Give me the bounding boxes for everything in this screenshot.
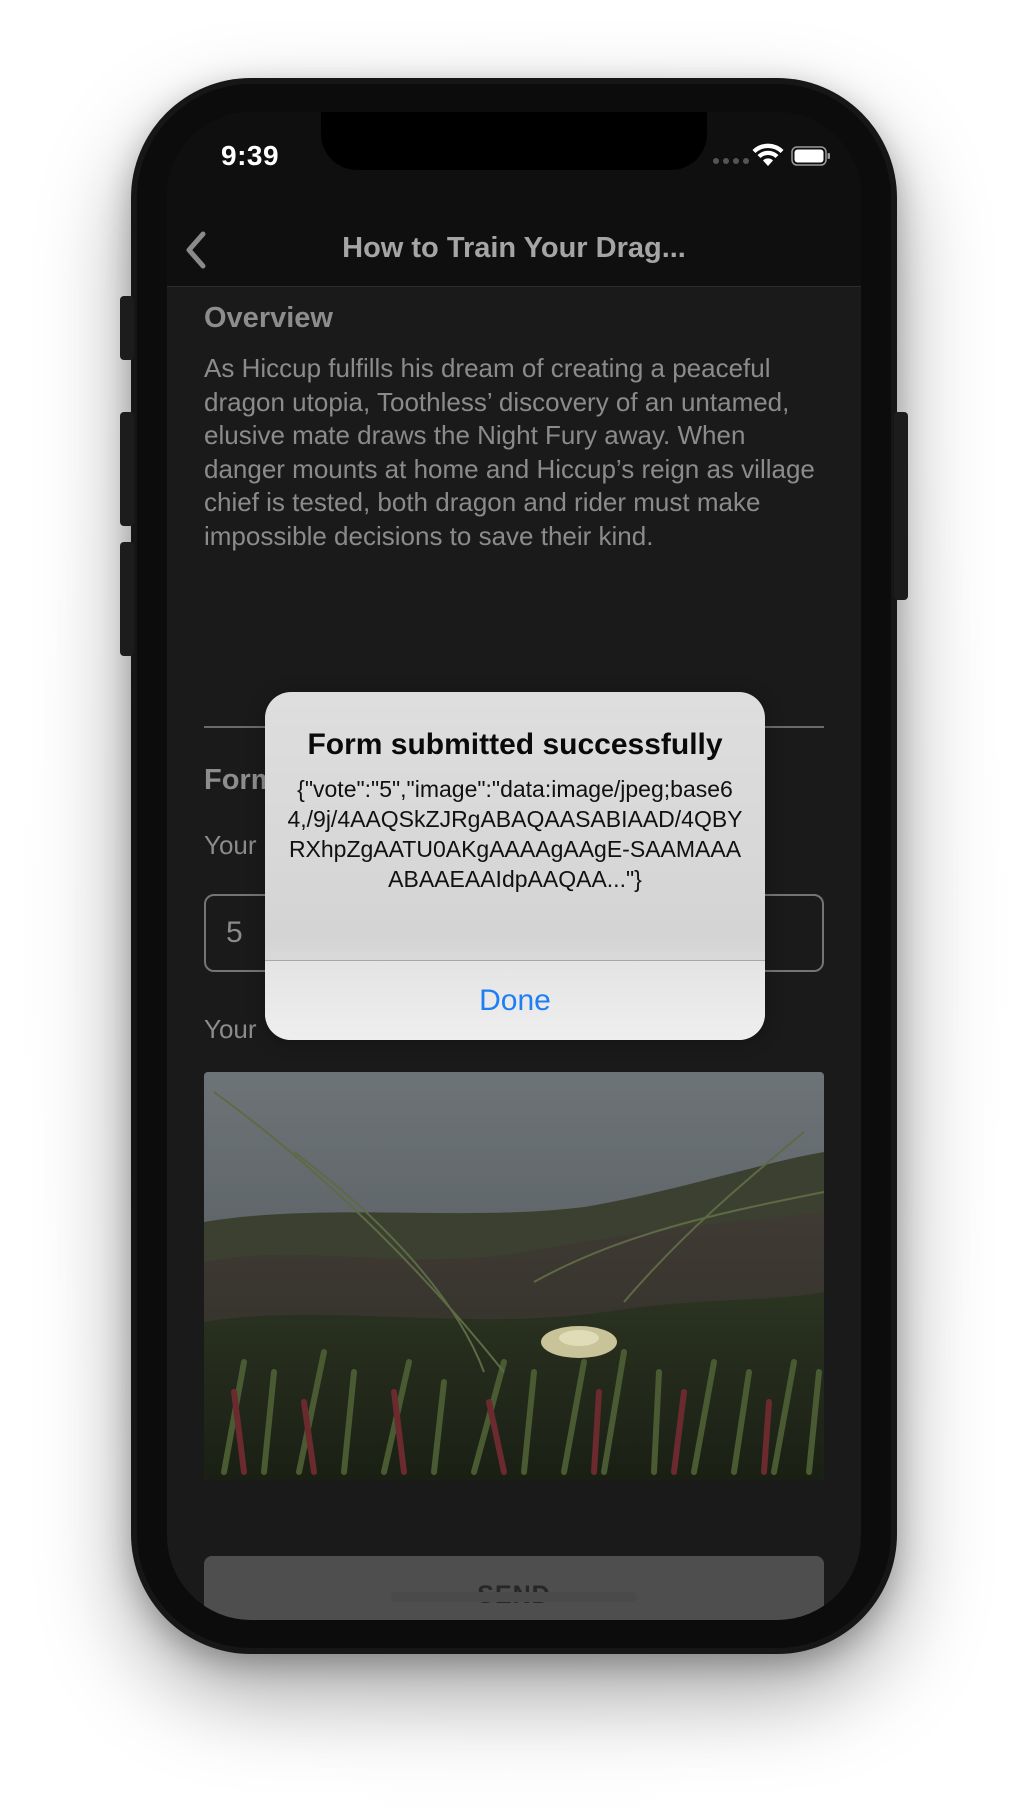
notch <box>321 112 707 170</box>
send-button[interactable]: SEND <box>204 1556 824 1620</box>
volume-down-button <box>120 542 134 656</box>
power-button <box>894 412 908 600</box>
success-alert: Form submitted successfully {"vote":"5",… <box>265 692 765 1040</box>
volume-up-button <box>120 412 134 526</box>
vote-label: Your <box>204 830 257 860</box>
wifi-icon <box>752 143 784 166</box>
cellular-signal-icon <box>713 158 749 164</box>
alert-title: Form submitted successfully <box>307 728 723 761</box>
navigation-bar: How to Train Your Drag... <box>167 212 861 287</box>
status-time: 9:39 <box>221 140 280 171</box>
alert-message: {"vote":"5","image":"data:image/jpeg;bas… <box>287 776 743 892</box>
home-indicator[interactable] <box>391 1592 637 1602</box>
battery-icon <box>791 146 830 166</box>
vote-value: 5 <box>226 916 243 949</box>
image-label: Your <box>204 1014 257 1044</box>
chevron-left-icon[interactable] <box>179 228 215 272</box>
screen: 9:39 How to Train Your Drag... Overview … <box>167 112 861 1620</box>
overview-text: As Hiccup fulfills his dream of creating… <box>204 353 815 551</box>
device-stage: 9:39 How to Train Your Drag... Overview … <box>0 0 1030 1808</box>
photo-image <box>204 1072 824 1480</box>
overview-heading: Overview <box>204 302 333 334</box>
page-title: How to Train Your Drag... <box>342 232 686 264</box>
silent-switch <box>120 296 134 360</box>
selected-photo[interactable] <box>204 1072 824 1480</box>
done-button[interactable]: Done <box>265 961 765 1040</box>
status-bar: 9:39 <box>167 112 861 212</box>
